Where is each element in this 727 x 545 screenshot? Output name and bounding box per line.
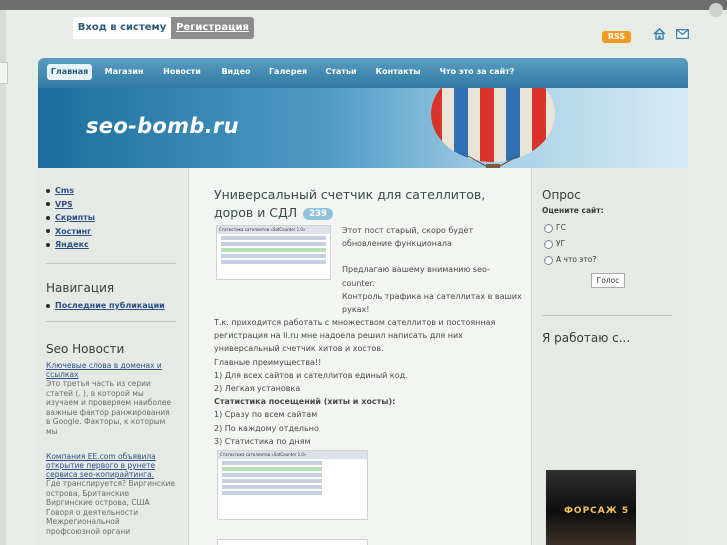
corner-circle-icon	[709, 3, 723, 17]
poster-title: ФОРСАЖ 5	[564, 506, 630, 516]
view-count-badge: 239	[303, 207, 333, 220]
divider	[46, 321, 176, 322]
register-tab[interactable]: Регистрация	[171, 17, 254, 39]
category-item[interactable]: Хостинг	[46, 225, 95, 239]
news-excerpt: Это третья часть из серии статей (. ), в…	[46, 379, 172, 436]
post-paragraph: Контроль трафика на сателлитах в ваших р…	[342, 292, 522, 315]
thumbnail-caption: Статистика сателлитов «SatCounter 1.0»	[218, 451, 367, 459]
news-excerpt: Где транслируется? Виргинские острова, Б…	[46, 479, 176, 536]
radio-button[interactable]	[544, 255, 553, 265]
post-body: Т.к. приходится работать с множеством са…	[214, 318, 496, 446]
work-heading: Я работаю с...	[542, 331, 631, 345]
screenshot-thumbnail[interactable]	[217, 539, 368, 545]
category-item[interactable]: Яндекс	[46, 238, 95, 252]
nav-item-news[interactable]: Новости	[160, 64, 204, 80]
home-icon[interactable]	[653, 28, 666, 40]
divider	[46, 263, 176, 264]
mail-icon[interactable]	[676, 29, 689, 39]
thumbnail-caption: Статистика сателлитов «SatCounter 1.0»	[217, 226, 330, 234]
nav-item-shop[interactable]: Магазин	[102, 64, 146, 80]
nav-item-contacts[interactable]: Контакты	[372, 64, 424, 80]
rss-button[interactable]: RSS	[602, 31, 631, 43]
vote-button[interactable]: Голос	[591, 273, 625, 288]
left-sidebar: Cms VPS Скрипты Хостинг Яндекс Навигация…	[38, 168, 188, 545]
header-banner: seo-bomb.ru	[38, 88, 688, 168]
radio-button[interactable]	[544, 223, 553, 233]
side-scroll-tab[interactable]	[0, 62, 8, 84]
nav-item-articles[interactable]: Статьи	[322, 64, 360, 80]
latest-posts-link[interactable]: Последние публикации	[46, 301, 165, 310]
site-title[interactable]: seo-bomb.ru	[86, 114, 239, 138]
navigation-heading: Навигация	[46, 281, 115, 295]
poll-question: Оцените сайт:	[542, 206, 604, 215]
category-item[interactable]: Скрипты	[46, 211, 95, 225]
nav-item-gallery[interactable]: Галерея	[265, 64, 311, 80]
login-tab[interactable]: Вход в систему	[73, 17, 171, 39]
poll-option[interactable]: ГС	[544, 223, 566, 233]
news-title-link[interactable]: Компания EE.com объявила открытие первог…	[46, 452, 176, 479]
nav-item-video[interactable]: Видео	[218, 64, 254, 80]
seo-news-heading: Seo Новости	[46, 342, 125, 356]
hot-air-balloon-image	[431, 88, 555, 168]
nav-item-home[interactable]: Главная	[47, 64, 92, 80]
screenshot-thumbnail[interactable]: Статистика сателлитов «SatCounter 1.0»	[217, 450, 368, 520]
news-title-link[interactable]: Ключевые слова в доменах и ссылках	[46, 361, 176, 379]
movie-poster-image[interactable]: ФОРСАЖ 5	[546, 470, 636, 545]
post-intro: Этот пост старый, скоро будет обновление…	[342, 226, 490, 288]
screenshot-thumbnail[interactable]: Статистика сателлитов «SatCounter 1.0»	[216, 225, 331, 280]
poll-option[interactable]: А что это?	[544, 255, 596, 265]
category-item[interactable]: VPS	[46, 198, 95, 212]
poll-option[interactable]: УГ	[544, 239, 565, 249]
main-nav: Главная Магазин Новости Видео Галерея Ст…	[38, 58, 688, 88]
browser-top-strip	[0, 0, 727, 10]
poll-heading: Опрос	[542, 188, 581, 202]
category-list: Cms VPS Скрипты Хостинг Яндекс	[46, 184, 95, 252]
post-title[interactable]: Универсальный счетчик для сателлитов, до…	[214, 186, 519, 222]
radio-button[interactable]	[544, 239, 553, 249]
nav-item-about[interactable]: Что это за сайт?	[437, 64, 517, 80]
divider	[542, 315, 672, 316]
right-sidebar: Опрос Оцените сайт: ГС УГ А что это? Гол…	[532, 168, 688, 545]
main-content: Универсальный счетчик для сателлитов, до…	[188, 168, 532, 545]
category-item[interactable]: Cms	[46, 184, 95, 198]
